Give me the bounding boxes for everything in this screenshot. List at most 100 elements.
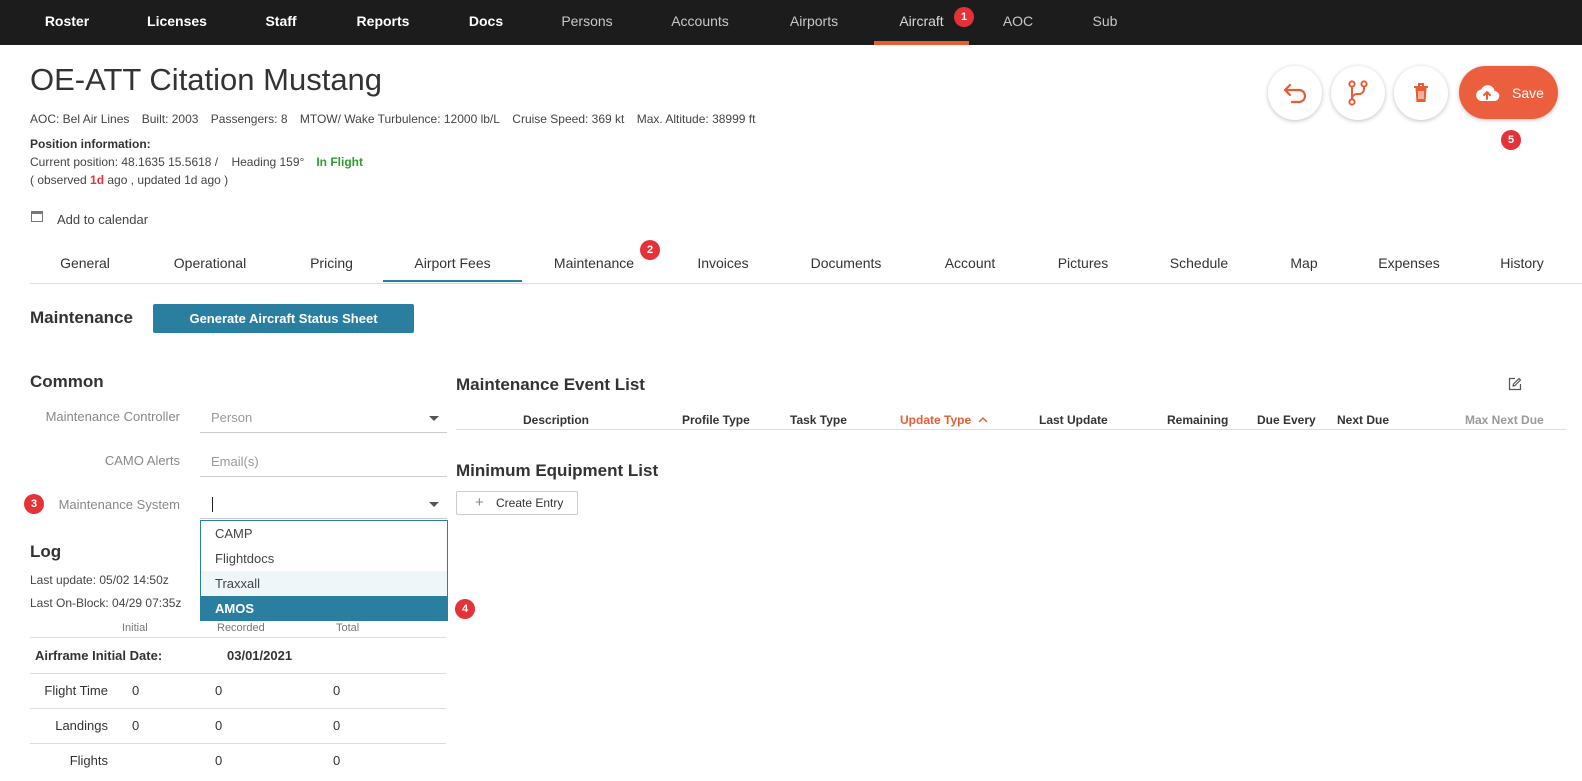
annotation-badge-4: 4 <box>455 599 475 619</box>
event-list-title: Maintenance Event List <box>456 375 645 394</box>
create-entry-button[interactable]: + Create Entry <box>456 491 578 515</box>
tab-documents[interactable]: Documents <box>786 244 906 282</box>
log-col-initial: Initial <box>122 622 148 634</box>
meta-aoc: AOC: Bel Air Lines <box>30 112 130 126</box>
row-label: Landings <box>55 718 108 733</box>
tab-bar: General Operational Pricing Airport Fees… <box>30 244 1582 284</box>
col-next-due[interactable]: Next Due <box>1337 413 1389 427</box>
position-line: Current position: 48.1635 15.5618 / Head… <box>30 155 363 169</box>
row-total: 0 <box>333 683 341 698</box>
flight-status: In Flight <box>316 155 363 169</box>
annotation-badge-5: 5 <box>1501 130 1521 150</box>
tab-pricing[interactable]: Pricing <box>280 244 383 282</box>
delete-button[interactable] <box>1394 66 1448 120</box>
row-recorded: 0 <box>215 753 223 768</box>
camo-alerts-input[interactable]: Email(s) <box>200 447 447 477</box>
controller-placeholder: Person <box>211 410 253 425</box>
edit-icon[interactable] <box>1508 377 1522 391</box>
tab-general[interactable]: General <box>30 244 140 282</box>
nav-roster[interactable]: Roster <box>34 0 100 45</box>
mel-title: Minimum Equipment List <box>456 461 659 480</box>
save-button[interactable]: Save <box>1459 66 1558 119</box>
maintenance-title: Maintenance <box>30 308 133 327</box>
table-row: Flights 0 0 <box>30 743 446 781</box>
common-title: Common <box>30 372 104 391</box>
sort-up-icon <box>978 417 988 423</box>
camo-placeholder: Email(s) <box>211 454 259 469</box>
nav-licenses[interactable]: Licenses <box>140 0 214 45</box>
top-nav: Roster Licenses Staff Reports Docs Perso… <box>0 0 1582 45</box>
log-col-total: Total <box>336 622 360 634</box>
row-recorded: 0 <box>215 683 223 698</box>
col-remaining[interactable]: Remaining <box>1167 413 1228 427</box>
last-update: Last update: 05/02 14:50z <box>30 573 169 587</box>
nav-sub[interactable]: Sub <box>1081 0 1129 45</box>
maintenance-controller-select[interactable]: Person <box>200 403 447 433</box>
log-col-recorded: Recorded <box>217 622 265 634</box>
maintenance-system-label: Maintenance System <box>58 497 180 512</box>
save-label: Save <box>1512 84 1544 101</box>
table-row: Flight Time 0 0 0 <box>30 673 446 708</box>
tab-invoices[interactable]: Invoices <box>668 244 778 282</box>
nav-docs[interactable]: Docs <box>458 0 514 45</box>
col-max-next-due[interactable]: Max Next Due <box>1465 413 1544 427</box>
col-update-type-label: Update Type <box>900 413 972 427</box>
col-update-type[interactable]: Update Type <box>900 413 988 427</box>
cloud-upload-icon <box>1476 84 1500 101</box>
nav-accounts[interactable]: Accounts <box>660 0 740 45</box>
branch-button[interactable] <box>1331 66 1385 120</box>
col-profile-type[interactable]: Profile Type <box>682 413 750 427</box>
airframe-row: Airframe Initial Date: 03/01/2021 <box>30 637 446 673</box>
tab-maintenance[interactable]: Maintenance <box>534 244 654 282</box>
calendar-icon[interactable] <box>31 211 43 222</box>
observed-suffix: ago , updated 1d ago ) <box>104 173 229 187</box>
last-onblock: Last On-Block: 04/29 07:35z <box>30 596 182 610</box>
option-amos[interactable]: AMOS <box>201 596 447 621</box>
log-title: Log <box>30 542 62 561</box>
tab-airport-fees[interactable]: Airport Fees <box>383 244 522 282</box>
row-initial: 0 <box>132 718 140 733</box>
maintenance-system-select[interactable] <box>200 489 447 519</box>
create-entry-label: Create Entry <box>496 496 564 510</box>
row-total: 0 <box>333 753 341 768</box>
option-camp[interactable]: CAMP <box>201 521 447 546</box>
undo-button[interactable] <box>1268 66 1322 120</box>
col-description[interactable]: Description <box>523 413 589 427</box>
row-total: 0 <box>333 718 341 733</box>
chevron-down-icon <box>429 416 439 421</box>
event-list-header: Description Profile Type Task Type Updat… <box>456 410 1566 430</box>
tab-pictures[interactable]: Pictures <box>1033 244 1133 282</box>
option-flightdocs[interactable]: Flightdocs <box>201 546 447 571</box>
tab-history[interactable]: History <box>1482 244 1562 282</box>
tab-operational[interactable]: Operational <box>150 244 270 282</box>
generate-status-sheet-button[interactable]: Generate Aircraft Status Sheet <box>153 304 414 333</box>
add-to-calendar-link[interactable]: Add to calendar <box>57 212 148 227</box>
maintenance-controller-label: Maintenance Controller <box>45 409 180 424</box>
tab-account[interactable]: Account <box>915 244 1025 282</box>
observed-prefix: ( observed <box>30 173 91 187</box>
row-label: Flight Time <box>44 683 108 698</box>
meta-passengers: Passengers: 8 <box>210 112 288 126</box>
nav-staff[interactable]: Staff <box>254 0 308 45</box>
nav-airports[interactable]: Airports <box>780 0 848 45</box>
col-due-every[interactable]: Due Every <box>1257 413 1316 427</box>
nav-persons[interactable]: Persons <box>554 0 620 45</box>
trash-icon <box>1414 83 1428 102</box>
col-last-update[interactable]: Last Update <box>1039 413 1108 427</box>
plus-icon: + <box>475 494 484 511</box>
undo-icon <box>1283 83 1307 104</box>
observed-value: 1d <box>90 173 105 187</box>
row-recorded: 0 <box>215 718 223 733</box>
maintenance-system-dropdown: CAMP Flightdocs Traxxall AMOS <box>200 520 448 621</box>
tab-expenses[interactable]: Expenses <box>1364 244 1454 282</box>
camo-alerts-label: CAMO Alerts <box>104 453 180 468</box>
col-task-type[interactable]: Task Type <box>790 413 847 427</box>
position-title: Position information: <box>30 137 151 151</box>
tab-schedule[interactable]: Schedule <box>1144 244 1254 282</box>
meta-mtow: MTOW/ Wake Turbulence: 12000 lb/L <box>299 112 500 126</box>
tab-map[interactable]: Map <box>1269 244 1339 282</box>
observed-line: ( observed 1d ago , updated 1d ago ) <box>30 173 228 187</box>
nav-reports[interactable]: Reports <box>348 0 418 45</box>
option-traxxall[interactable]: Traxxall <box>201 571 447 596</box>
nav-aoc[interactable]: AOC <box>995 0 1041 45</box>
